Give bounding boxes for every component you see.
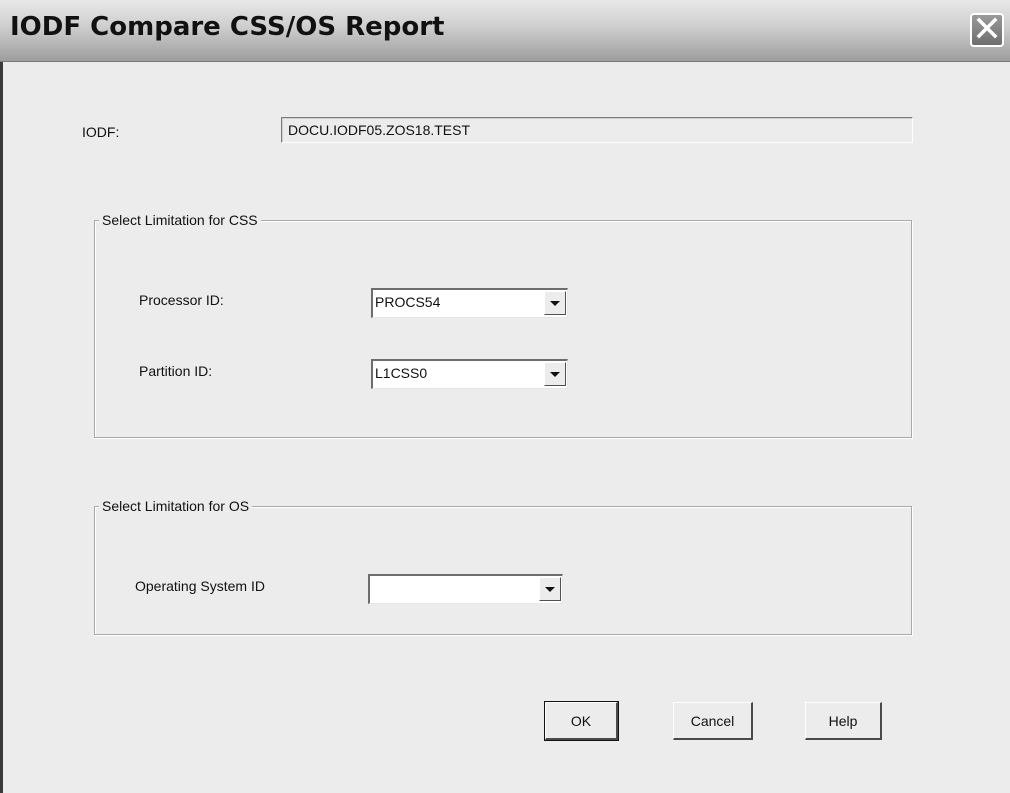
- close-button[interactable]: [970, 13, 1004, 47]
- iodf-label: IODF:: [82, 124, 120, 140]
- iodf-field: DOCU.IODF05.ZOS18.TEST: [281, 117, 913, 143]
- processor-id-dropdown-button[interactable]: [544, 291, 566, 315]
- processor-id-combo[interactable]: PROCS54: [371, 288, 568, 318]
- processor-id-label: Processor ID:: [139, 292, 224, 308]
- close-icon: [975, 16, 999, 45]
- operating-system-id-label: Operating System ID: [135, 578, 265, 594]
- partition-id-value: L1CSS0: [375, 365, 428, 381]
- cancel-button[interactable]: Cancel: [673, 702, 753, 740]
- title-bar[interactable]: IODF Compare CSS/OS Report: [0, 0, 1010, 62]
- help-button[interactable]: Help: [805, 702, 882, 740]
- partition-id-combo[interactable]: L1CSS0: [371, 359, 568, 389]
- chevron-down-icon: [550, 371, 560, 377]
- css-group-legend: Select Limitation for CSS: [99, 212, 261, 228]
- operating-system-id-dropdown-button[interactable]: [539, 577, 561, 601]
- chevron-down-icon: [550, 300, 560, 306]
- os-limitation-group: Select Limitation for OS: [94, 498, 912, 635]
- ok-button[interactable]: OK: [544, 701, 619, 741]
- chevron-down-icon: [545, 586, 555, 592]
- partition-id-dropdown-button[interactable]: [544, 362, 566, 386]
- dialog-window: IODF Compare CSS/OS Report IODF: DOCU.IO…: [0, 0, 1010, 793]
- partition-id-label: Partition ID:: [139, 363, 213, 379]
- dialog-title: IODF Compare CSS/OS Report: [10, 12, 445, 42]
- processor-id-value: PROCS54: [375, 294, 441, 310]
- operating-system-id-combo[interactable]: [368, 574, 563, 604]
- os-group-legend: Select Limitation for OS: [99, 498, 253, 514]
- css-limitation-group: Select Limitation for CSS: [94, 212, 912, 438]
